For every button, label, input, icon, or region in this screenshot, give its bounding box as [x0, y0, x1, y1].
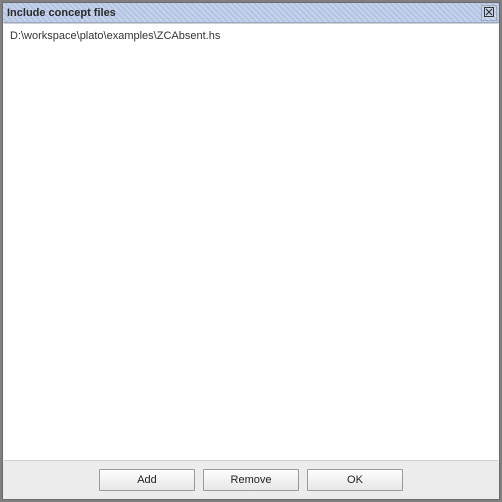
add-button[interactable]: Add: [99, 469, 195, 491]
dialog-title: Include concept files: [7, 7, 481, 19]
titlebar: Include concept files: [3, 3, 499, 23]
file-list[interactable]: D:\workspace\plato\examples\ZCAbsent.hs: [4, 23, 498, 461]
ok-button[interactable]: OK: [307, 469, 403, 491]
close-icon: [484, 4, 494, 22]
button-bar: Add Remove OK: [3, 461, 499, 499]
dialog-content: D:\workspace\plato\examples\ZCAbsent.hs …: [3, 23, 499, 499]
remove-button[interactable]: Remove: [203, 469, 299, 491]
dialog-window: Include concept files D:\workspace\plato…: [2, 2, 500, 500]
close-button[interactable]: [481, 5, 497, 21]
list-item[interactable]: D:\workspace\plato\examples\ZCAbsent.hs: [10, 28, 492, 44]
